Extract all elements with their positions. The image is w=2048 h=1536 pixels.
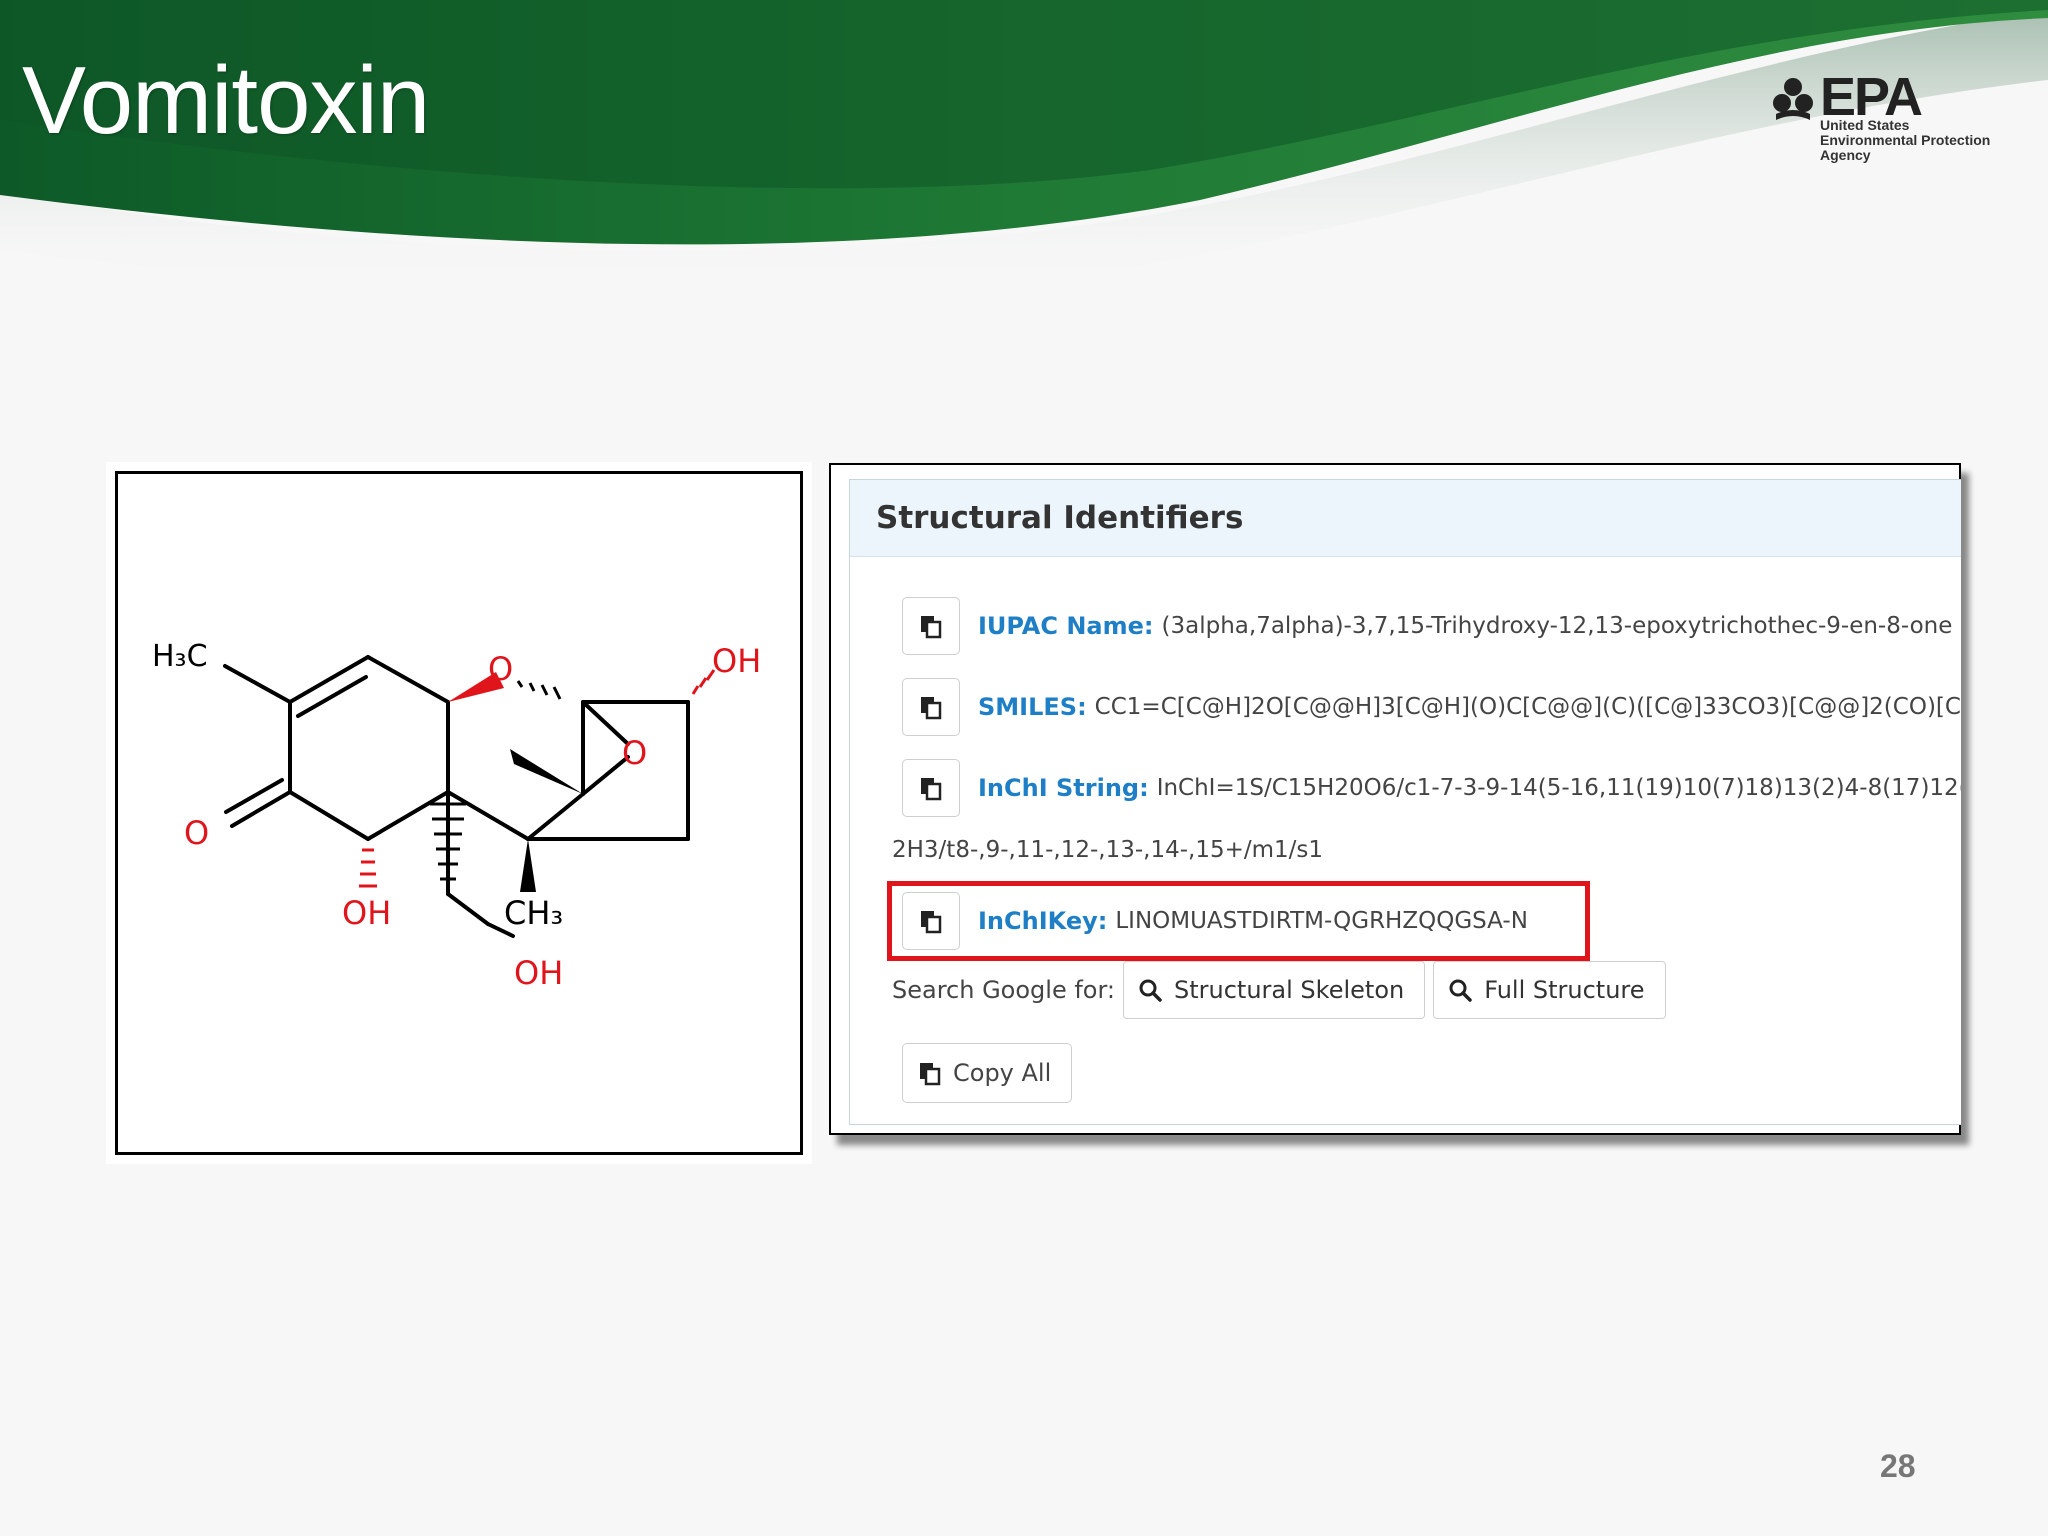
search-full-structure-label: Full Structure: [1484, 976, 1645, 1004]
label-ring-oxygen: O: [488, 650, 513, 688]
search-icon: [1449, 979, 1472, 1002]
panel-title: Structural Identifiers: [876, 500, 1244, 536]
copy-inchi-button[interactable]: [902, 759, 960, 817]
copy-all-label: Copy All: [953, 1059, 1052, 1087]
inchi-row: InChI String: InChI=1S/C15H20O6/c1-7-3-9…: [902, 759, 1961, 817]
search-icon: [1139, 979, 1162, 1002]
page-number: 28: [1880, 1448, 1916, 1484]
label-oh-bottom: OH: [342, 894, 391, 932]
label-h3c: H₃C: [152, 639, 208, 674]
search-google-label: Search Google for:: [892, 976, 1116, 1004]
copy-smiles-button[interactable]: [902, 678, 960, 736]
label-ketone-oxygen: O: [184, 814, 209, 852]
copy-all-button[interactable]: Copy All: [902, 1043, 1073, 1103]
inchikey-highlight-box: [887, 881, 1590, 961]
structural-identifiers-screenshot: Structural Identifiers IUPAC Name: (3alp…: [829, 463, 1961, 1135]
inchi-value-continuation: 2H3/t8-,9-,11-,12-,13-,14-,15+/m1/s1: [892, 837, 1324, 863]
copy-iupac-button[interactable]: [902, 597, 960, 655]
epa-logo: EPA United States Environmental Protecti…: [1770, 67, 2010, 170]
clipboard-copy-icon: [920, 1063, 941, 1086]
label-epoxide-oxygen: O: [622, 734, 647, 772]
clipboard-copy-icon: [921, 616, 942, 639]
panel-header: Structural Identifiers: [850, 480, 1961, 557]
label-ch3: CH₃: [504, 894, 563, 932]
slide-title: Vomitoxin: [22, 47, 430, 154]
smiles-row: SMILES: CC1=C[C@H]2O[C@@H]3[C@H](O)C[C@@…: [902, 678, 1961, 736]
inchi-value: InChI=1S/C15H20O6/c1-7-3-9-14(5-16,11(19…: [1156, 775, 1961, 801]
iupac-label: IUPAC Name:: [978, 612, 1154, 640]
search-structural-skeleton-button[interactable]: Structural Skeleton: [1123, 961, 1426, 1019]
search-full-structure-button[interactable]: Full Structure: [1433, 961, 1666, 1019]
google-search-row: Search Google for: Structural Skeleton F…: [892, 961, 1674, 1019]
clipboard-copy-icon: [921, 778, 942, 801]
structure-image-card: H₃C O OH O O OH CH₃ OH: [106, 462, 812, 1164]
search-structural-skeleton-label: Structural Skeleton: [1174, 976, 1405, 1004]
inchi-label: InChI String:: [978, 774, 1149, 802]
epa-agency-name: United States Environmental Protection A…: [1820, 117, 1991, 163]
label-ch2oh: OH: [514, 954, 563, 992]
clipboard-copy-icon: [921, 697, 942, 720]
label-oh-top: OH: [712, 642, 761, 680]
smiles-value: CC1=C[C@H]2O[C@@H]3[C@H](O)C[C@@](C)([C@…: [1094, 694, 1961, 720]
structural-identifiers-panel: Structural Identifiers IUPAC Name: (3alp…: [849, 479, 1961, 1125]
iupac-row: IUPAC Name: (3alpha,7alpha)-3,7,15-Trihy…: [902, 597, 1961, 655]
epa-flower-icon: [1773, 78, 1813, 120]
smiles-label: SMILES:: [978, 693, 1087, 721]
chemical-structure-diagram: H₃C O OH O O OH CH₃ OH: [115, 471, 803, 1155]
iupac-value: (3alpha,7alpha)-3,7,15-Trihydroxy-12,13-…: [1161, 613, 1953, 639]
